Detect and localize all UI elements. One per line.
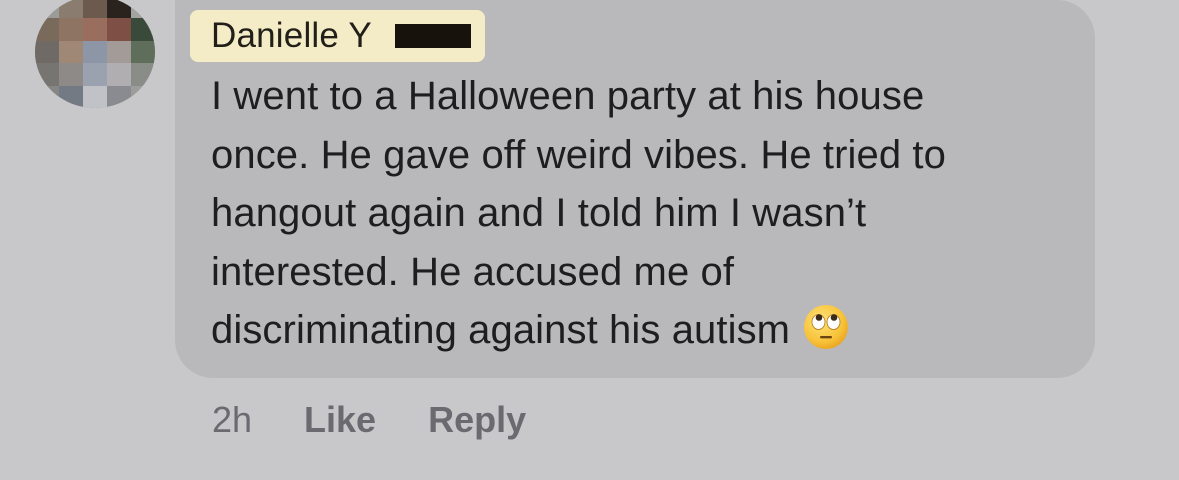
comment-line: hangout again and I told him I wasn’t	[211, 191, 867, 235]
comment-line: I went to a Halloween party at his house	[211, 74, 925, 118]
like-button[interactable]: Like	[304, 399, 376, 441]
comment-actions: 2h Like Reply	[212, 392, 526, 448]
comment-line: once. He gave off weird vibes. He tried …	[211, 132, 946, 177]
rolling-eyes-emoji-icon	[804, 305, 849, 349]
comment-line: interested. He accused me of	[211, 249, 735, 294]
author-name[interactable]: Danielle Y	[211, 14, 372, 58]
timestamp: 2h	[212, 399, 253, 440]
author-name-highlight[interactable]: Danielle Y	[190, 10, 485, 62]
comment-thread: Danielle Y I went to a Halloween party a…	[0, 0, 1179, 480]
comment-text: I went to a Halloween party at his house…	[211, 67, 1071, 360]
avatar[interactable]	[35, 0, 155, 108]
comment-line-last: discriminating against his autism	[211, 301, 1071, 360]
comment-line-text: discriminating against his autism	[211, 308, 791, 352]
redaction-bar	[395, 24, 471, 48]
reply-button[interactable]: Reply	[428, 399, 526, 441]
